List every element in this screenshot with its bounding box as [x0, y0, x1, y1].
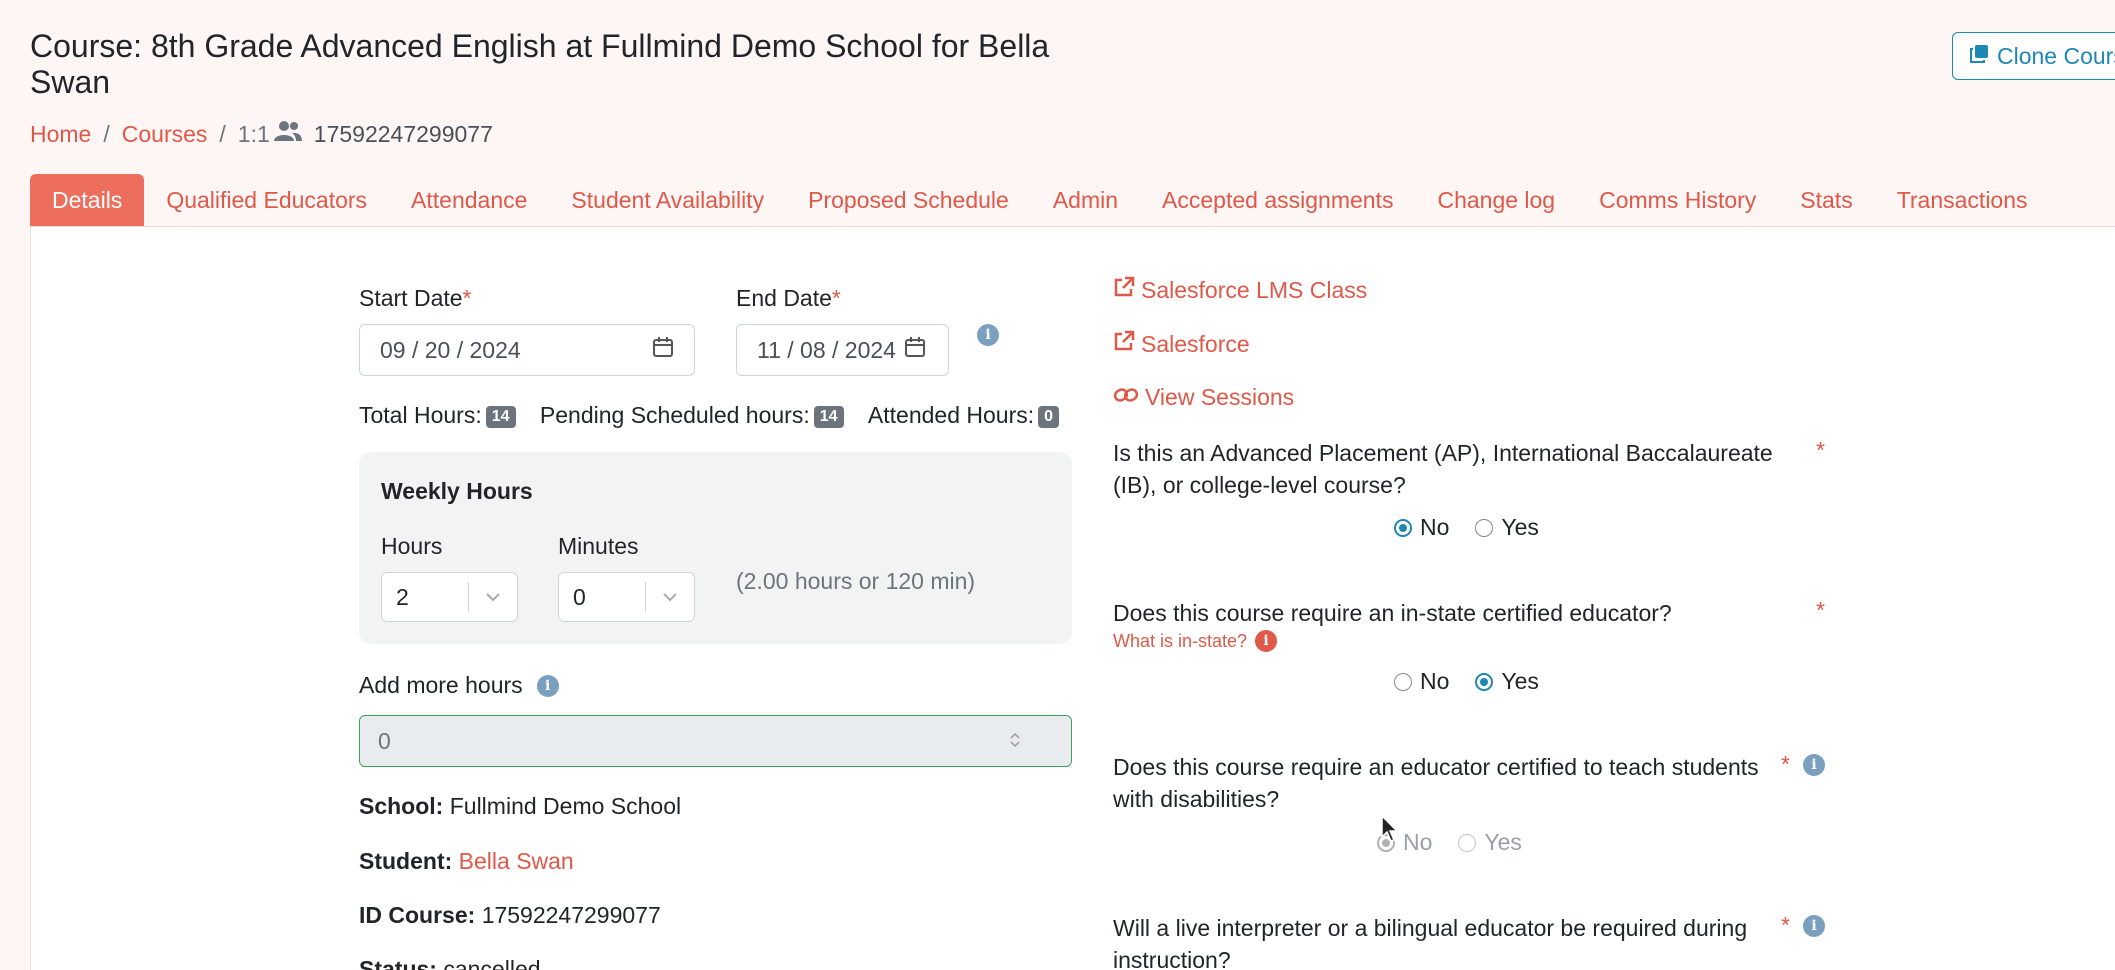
- minutes-select[interactable]: 0: [558, 572, 695, 622]
- question-disabilities: Does this course require an educator cer…: [1113, 754, 1759, 812]
- tab-stats[interactable]: Stats: [1778, 174, 1874, 226]
- page-title: Course: 8th Grade Advanced English at Fu…: [30, 28, 1050, 100]
- in-state-yes-radio[interactable]: Yes: [1475, 668, 1539, 695]
- stepper-icon[interactable]: [1009, 728, 1021, 755]
- tab-student-availability[interactable]: Student Availability: [549, 174, 786, 226]
- external-link-icon: [1113, 330, 1135, 358]
- breadcrumb-courses[interactable]: Courses: [122, 121, 208, 148]
- hours-select[interactable]: 2: [381, 572, 518, 622]
- info-icon: i: [1255, 630, 1278, 652]
- weekly-hours-summary: (2.00 hours or 120 min): [736, 568, 976, 594]
- what-is-in-state-link[interactable]: What is in-state? i: [1113, 630, 1278, 652]
- tab-admin[interactable]: Admin: [1031, 174, 1140, 226]
- course-tabs: Details Qualified Educators Attendance S…: [30, 173, 2115, 227]
- end-date-label: End Date*: [736, 285, 841, 311]
- student-link[interactable]: Bella Swan: [459, 848, 574, 874]
- start-date-label: Start Date*: [359, 285, 472, 311]
- salesforce-lms-class-link[interactable]: Salesforce LMS Class: [1113, 276, 1367, 304]
- breadcrumb-separator: /: [103, 120, 110, 147]
- info-icon[interactable]: i: [977, 324, 999, 346]
- breadcrumb-type: 1:1: [238, 120, 302, 148]
- breadcrumb-home[interactable]: Home: [30, 121, 91, 148]
- users-icon: [273, 120, 302, 148]
- external-link-icon: [1113, 276, 1135, 304]
- required-marker: *: [1816, 597, 1825, 623]
- tab-change-log[interactable]: Change log: [1415, 174, 1577, 226]
- ap-ib-yes-radio[interactable]: Yes: [1475, 514, 1539, 541]
- view-sessions-link[interactable]: View Sessions: [1113, 384, 1294, 411]
- tab-comms-history[interactable]: Comms History: [1577, 174, 1778, 226]
- status-field: Status: cancelled: [359, 956, 541, 970]
- in-state-radio-group: No Yes: [1394, 668, 1539, 695]
- disabilities-yes-radio[interactable]: Yes: [1458, 829, 1522, 856]
- copy-icon: [1969, 43, 1989, 70]
- required-marker: *: [1781, 751, 1790, 777]
- add-more-hours-label: Add more hours i: [359, 672, 559, 699]
- chevron-down-icon: [469, 592, 517, 602]
- hours-summary: Total Hours: 14 Pending Scheduled hours: 1…: [359, 402, 1060, 429]
- tab-qualified-educators[interactable]: Qualified Educators: [144, 174, 389, 226]
- end-date-input[interactable]: 11 / 08 / 2024: [736, 324, 949, 376]
- breadcrumb-separator: /: [219, 120, 226, 147]
- student-field: Student: Bella Swan: [359, 848, 574, 874]
- chevron-down-icon: [646, 592, 694, 602]
- add-more-hours-input[interactable]: 0: [359, 715, 1072, 767]
- total-hours-badge: 14: [485, 405, 516, 428]
- tab-transactions[interactable]: Transactions: [1875, 174, 2050, 226]
- salesforce-link[interactable]: Salesforce: [1113, 330, 1250, 358]
- clone-course-label: Clone Course: [1997, 42, 2115, 69]
- course-id-field: ID Course: 17592247299077: [359, 902, 661, 928]
- required-marker: *: [1781, 912, 1790, 938]
- minutes-label: Minutes: [558, 533, 639, 559]
- calendar-icon[interactable]: [904, 336, 926, 364]
- attended-hours-badge: 0: [1038, 405, 1060, 428]
- tab-attendance[interactable]: Attendance: [389, 174, 549, 226]
- tab-proposed-schedule[interactable]: Proposed Schedule: [786, 174, 1031, 226]
- school-field: School: Fullmind Demo School: [359, 793, 682, 819]
- ap-ib-no-radio[interactable]: No: [1394, 514, 1449, 541]
- weekly-hours-title: Weekly Hours: [381, 478, 533, 504]
- tab-details[interactable]: Details: [30, 174, 145, 226]
- pending-hours-badge: 14: [813, 405, 844, 428]
- question-ap-ib: Is this an Advanced Placement (AP), Inte…: [1113, 440, 1773, 498]
- clone-course-button[interactable]: Clone Course: [1952, 32, 2115, 80]
- calendar-icon[interactable]: [652, 336, 674, 364]
- breadcrumb-course-id: 17592247299077: [313, 120, 493, 147]
- required-marker: *: [1816, 437, 1825, 463]
- in-state-no-radio[interactable]: No: [1394, 668, 1449, 695]
- tab-accepted-assignments[interactable]: Accepted assignments: [1140, 174, 1415, 226]
- ap-ib-radio-group: No Yes: [1394, 514, 1539, 541]
- question-interpreter: Will a live interpreter or a bilingual e…: [1113, 915, 1748, 970]
- info-icon[interactable]: i: [536, 674, 559, 697]
- breadcrumb: Home / Courses / 1:1 17592247299077: [30, 120, 493, 148]
- start-date-input[interactable]: 09 / 20 / 2024: [359, 324, 695, 376]
- link-icon: [1113, 384, 1139, 411]
- hours-label: Hours: [381, 533, 443, 559]
- info-icon[interactable]: i: [1803, 915, 1825, 937]
- info-icon[interactable]: i: [1803, 754, 1825, 776]
- question-in-state: Does this course require an in-state cer…: [1113, 600, 1672, 626]
